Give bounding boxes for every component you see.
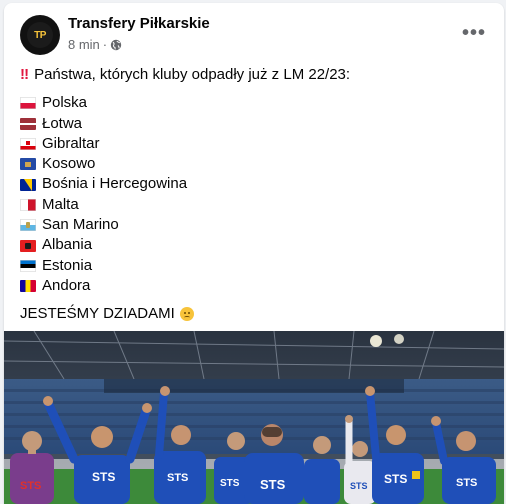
post-header: TP Transfery Piłkarskie 8 min · ••• — [20, 13, 492, 57]
page-logo: TP — [27, 22, 53, 48]
svg-text:STS: STS — [167, 472, 188, 484]
country-name: Gibraltar — [42, 134, 100, 152]
poland-flag-icon — [20, 97, 36, 110]
headline-line: ‼ Państwa, których kluby odpadły już z L… — [20, 65, 488, 85]
page-name-link[interactable]: Transfery Piłkarskie — [68, 15, 210, 32]
more-options-button[interactable]: ••• — [456, 15, 492, 51]
country-item: Kosowo — [20, 154, 488, 174]
svg-text:STS: STS — [92, 470, 115, 484]
bosnia-flag-icon — [20, 178, 36, 191]
country-item: Polska — [20, 93, 488, 113]
svg-text:STS: STS — [220, 478, 240, 489]
page-avatar[interactable]: TP — [20, 15, 60, 55]
country-name: Andora — [42, 276, 91, 294]
country-name: Polska — [42, 94, 88, 112]
estonia-flag-icon — [20, 259, 36, 272]
country-name: Malta — [42, 195, 79, 213]
team-celebration-image: STS STS STS STS STS STS STS STS — [4, 331, 504, 504]
svg-text:STS: STS — [456, 477, 477, 489]
andorra-flag-icon — [20, 280, 36, 293]
albania-flag-icon — [20, 239, 36, 252]
svg-text:STS: STS — [350, 481, 368, 491]
malta-flag-icon — [20, 198, 36, 211]
san-marino-flag-icon — [20, 219, 36, 232]
country-name: San Marino — [42, 216, 119, 234]
svg-text:STS: STS — [260, 477, 286, 492]
closing-text: JESTEŚMY DZIADAMI — [20, 305, 175, 323]
country-item: Andora — [20, 276, 488, 296]
country-name: Bośnia i Hercegowina — [42, 175, 188, 193]
country-name: Albania — [42, 236, 93, 254]
gibraltar-flag-icon — [20, 138, 36, 151]
double-exclamation-icon: ‼ — [20, 66, 29, 83]
more-options-icon: ••• — [461, 21, 486, 44]
kosovo-flag-icon — [20, 158, 36, 171]
country-name: Estonia — [42, 256, 93, 274]
post-photo[interactable]: STS STS STS STS STS STS STS STS — [4, 331, 504, 504]
frowning-face-icon — [179, 307, 194, 322]
post-text: ‼ Państwa, których kluby odpadły już z L… — [20, 65, 488, 325]
country-item: San Marino — [20, 215, 488, 235]
post-time[interactable]: 8 min — [68, 37, 100, 52]
country-item: Albania — [20, 235, 488, 255]
closing-line: JESTEŚMY DZIADAMI — [20, 304, 488, 324]
country-item: Malta — [20, 195, 488, 215]
svg-text:STS: STS — [384, 472, 407, 486]
meta-separator: · — [102, 37, 108, 52]
country-name: Kosowo — [42, 155, 96, 173]
country-name: Łotwa — [42, 114, 83, 132]
country-item: Gibraltar — [20, 134, 488, 154]
country-item: Estonia — [20, 256, 488, 276]
globe-icon — [110, 39, 122, 50]
headline-text: Państwa, których kluby odpadły już z LM … — [34, 66, 351, 83]
post-meta: 8 min · — [68, 37, 122, 52]
post-card: TP Transfery Piłkarskie 8 min · ••• ‼ Pa… — [4, 3, 504, 504]
svg-text:STS: STS — [20, 480, 41, 492]
country-item: Bośnia i Hercegowina — [20, 174, 488, 194]
latvia-flag-icon — [20, 117, 36, 130]
country-item: Łotwa — [20, 114, 488, 134]
